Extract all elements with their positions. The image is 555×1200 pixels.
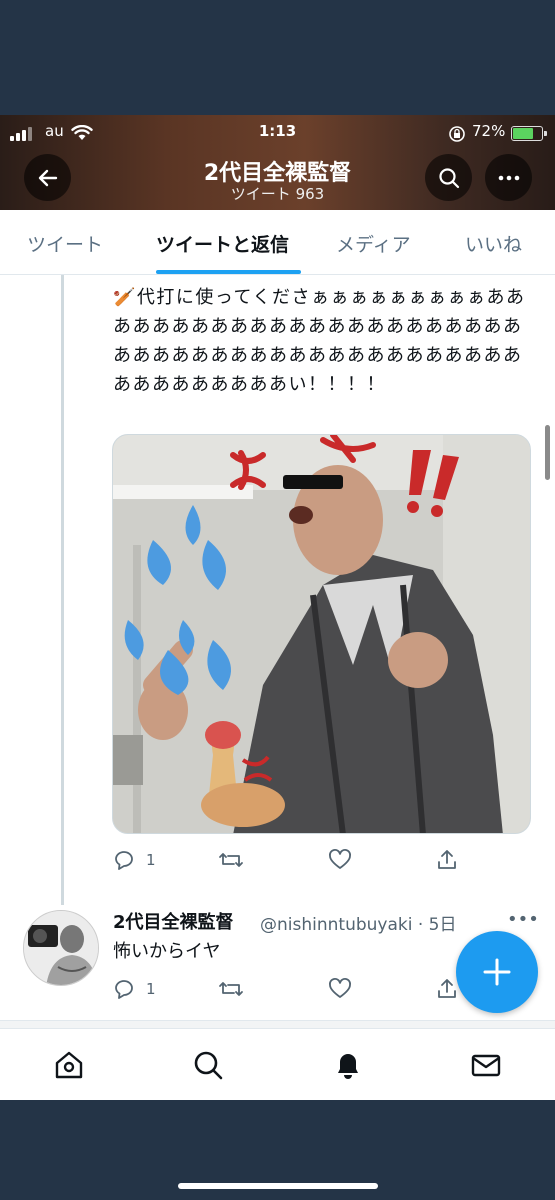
tweet-count: ツイート 963	[230, 185, 325, 203]
share-icon	[438, 850, 456, 869]
compose-tweet-button[interactable]	[456, 931, 538, 1013]
home-indicator[interactable]	[178, 1183, 378, 1189]
heart-icon	[329, 849, 351, 869]
retweet-icon	[219, 982, 243, 996]
tweet-photo	[113, 435, 530, 833]
retweet-icon	[219, 853, 243, 867]
more-button[interactable]	[485, 154, 532, 201]
status-bar: au 1:13 72%	[0, 121, 555, 143]
reply-icon	[115, 851, 133, 870]
active-tab-indicator	[156, 270, 301, 274]
tab-media[interactable]: メディア	[336, 230, 411, 257]
thread-line	[61, 275, 64, 905]
share-button[interactable]	[435, 848, 459, 872]
retweet-button[interactable]	[218, 977, 254, 1001]
search-icon	[194, 1051, 223, 1080]
reply-actions: 1	[112, 977, 472, 1005]
plus-icon	[483, 958, 511, 986]
reply-button[interactable]: 1	[112, 977, 156, 1001]
more-horizontal-icon	[498, 175, 519, 180]
more-horizontal-icon[interactable]: •••	[507, 909, 539, 930]
like-button[interactable]	[328, 848, 362, 872]
reply-button[interactable]: 1	[112, 848, 156, 872]
reply-author-handle: @nishinntubuyaki · 5日	[260, 915, 457, 935]
nav-home[interactable]	[51, 1047, 87, 1083]
nav-messages[interactable]	[468, 1047, 504, 1083]
tweet-actions: 1	[112, 848, 472, 876]
reply-count: 1	[146, 851, 156, 869]
tweet-text: 🏏代打に使ってくださぁぁぁぁぁぁぁぁぁあああああああああああああああああああああ…	[113, 287, 526, 395]
divider	[0, 1020, 555, 1028]
share-button[interactable]	[435, 977, 459, 1001]
profile-header: au 1:13 72% 2代目全裸監督 ツイート 963	[0, 115, 555, 210]
search-button[interactable]	[425, 154, 472, 201]
heart-icon	[329, 978, 351, 998]
messages-icon	[471, 1054, 501, 1077]
retweet-button[interactable]	[218, 848, 254, 872]
notifications-icon	[338, 1054, 358, 1079]
battery-percentage: 72%	[472, 122, 506, 140]
nav-notifications[interactable]	[330, 1047, 366, 1083]
reply-author-name[interactable]: 2代目全裸監督	[113, 908, 234, 934]
scrollbar[interactable]	[545, 425, 550, 480]
profile-tabs: ツイート ツイートと返信 メディア いいね	[0, 210, 555, 275]
reply-icon	[115, 980, 133, 999]
avatar-image	[24, 911, 98, 985]
like-button[interactable]	[328, 977, 362, 1001]
nav-search[interactable]	[190, 1047, 226, 1083]
bottom-navigation	[0, 1028, 555, 1100]
tab-tweets[interactable]: ツイート	[27, 230, 103, 257]
home-icon	[55, 1051, 83, 1079]
avatar[interactable]	[23, 910, 99, 986]
reply-count: 1	[146, 980, 156, 998]
tab-likes[interactable]: いいね	[465, 230, 522, 257]
search-icon	[438, 167, 459, 188]
tab-tweets-and-replies[interactable]: ツイートと返信	[156, 230, 289, 257]
app-screen: au 1:13 72% 2代目全裸監督 ツイート 963 ツイート ツイートと返…	[0, 115, 555, 1100]
rotation-lock-icon	[449, 126, 465, 142]
tweet-media[interactable]	[112, 434, 531, 834]
share-icon	[438, 979, 456, 998]
reply-text: 怖いからイヤ	[113, 941, 221, 962]
battery-icon	[511, 126, 547, 141]
